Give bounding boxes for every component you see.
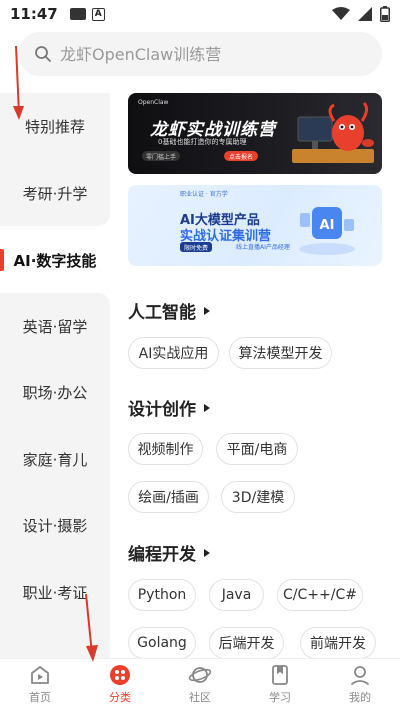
section-title-text: 编程开发	[128, 545, 196, 565]
annotation-arrow-to-nav	[85, 593, 98, 662]
tag-ai-application[interactable]: AI实战应用	[128, 337, 219, 369]
sidebar-item-exam[interactable]: 考研·升学	[0, 160, 110, 226]
bottom-nav: 首页 分类 社区 学习 我的	[0, 658, 400, 710]
cast-icon	[69, 8, 86, 20]
wifi-icon	[332, 7, 350, 20]
nav-label: 我的	[349, 691, 371, 704]
banner-tag: 零门槛上手	[142, 151, 181, 161]
section-title-programming[interactable]: 编程开发	[128, 540, 210, 565]
sidebar-item-label: AI·数字技能	[13, 251, 97, 270]
banner-top-text: OpenClaw	[138, 99, 169, 106]
signal-icon	[358, 7, 372, 21]
tag-graphic-ecommerce[interactable]: 平面/电商	[216, 433, 298, 465]
search-bar[interactable]	[18, 32, 382, 76]
sidebar-item-label: 职业·考证	[22, 583, 88, 602]
tag-label: Python	[137, 587, 187, 603]
sidebar-item-label: 设计·摄影	[22, 516, 88, 535]
tag-label: Java	[221, 587, 252, 603]
sidebar-item-label: 英语·留学	[22, 317, 88, 336]
nav-label: 分类	[109, 691, 131, 704]
tag-algorithm-model[interactable]: 算法模型开发	[229, 337, 332, 369]
bookmark-book-icon	[272, 665, 288, 685]
banner-tag-secondary: 线上直播AI产品经理	[236, 244, 290, 251]
planet-icon	[188, 667, 212, 683]
lobster-mascot-illustration	[292, 101, 374, 163]
nav-study[interactable]: 学习	[240, 659, 320, 710]
notification-a-icon: A	[91, 7, 105, 21]
chevron-right-icon	[204, 306, 210, 315]
sidebar-item-ai[interactable]: AI·数字技能	[0, 227, 110, 293]
nav-label: 学习	[269, 691, 291, 704]
nav-category[interactable]: 分类	[80, 659, 160, 710]
tag-python[interactable]: Python	[128, 579, 196, 611]
banner-signup-button[interactable]: 点击报名	[224, 151, 258, 161]
annotation-arrow-down	[13, 45, 24, 120]
tag-label: 视频制作	[137, 442, 194, 458]
nav-community[interactable]: 社区	[160, 659, 240, 710]
tag-backend[interactable]: 后端开发	[209, 627, 284, 658]
sidebar-item-english[interactable]: 英语·留学	[0, 293, 110, 359]
tag-illustration[interactable]: 绘画/插画	[128, 481, 209, 513]
chevron-right-icon	[204, 403, 210, 412]
tag-c-cpp-csharp[interactable]: C/C++/C#	[277, 579, 363, 611]
home-play-icon	[31, 666, 49, 684]
nav-label: 首页	[29, 691, 51, 704]
tag-label: AI实战应用	[138, 346, 209, 362]
tag-label: 后端开发	[218, 636, 275, 652]
category-content: OpenClaw 龙虾实战训练营 0基础也能打造你的专属助理 零门槛上手 点击报…	[128, 93, 382, 658]
tag-golang[interactable]: Golang	[128, 627, 196, 658]
banner-ai-product[interactable]: 职业认证 · 官方学 AI大模型产品 实战认证集训营 限时免费 线上直播AI产品…	[128, 185, 382, 266]
tag-label: 绘画/插画	[138, 490, 199, 506]
battery-icon	[380, 6, 390, 22]
sidebar-item-design[interactable]: 设计·摄影	[0, 492, 110, 558]
nav-home[interactable]: 首页	[0, 659, 80, 710]
chevron-right-icon	[204, 548, 210, 557]
search-input[interactable]	[60, 44, 360, 64]
tag-label: 平面/电商	[226, 442, 288, 458]
sidebar-item-label: 考研·升学	[22, 184, 88, 203]
nav-profile[interactable]: 我的	[320, 659, 400, 710]
sidebar-item-family[interactable]: 家庭·育儿	[0, 426, 110, 492]
tag-label: 算法模型开发	[238, 346, 323, 362]
status-time: 11:47	[10, 5, 58, 23]
tag-label: Golang	[137, 635, 187, 651]
banner-tag: 限时免费	[180, 242, 213, 252]
profile-icon	[351, 666, 369, 685]
search-icon	[35, 46, 51, 62]
status-bar: 11:47 A	[0, 0, 400, 28]
banner-subtitle: 0基础也能打造你的专属助理	[158, 138, 247, 146]
section-title-design[interactable]: 设计创作	[128, 395, 210, 420]
category-sidebar: 特别推荐 考研·升学 AI·数字技能 英语·留学 职场·办公 家庭·育儿 设计·…	[0, 93, 110, 658]
section-title-text: 设计创作	[128, 400, 196, 420]
tag-video-production[interactable]: 视频制作	[128, 433, 203, 465]
section-title-text: 人工智能	[128, 303, 196, 323]
tag-java[interactable]: Java	[209, 579, 264, 611]
nav-label: 社区	[189, 691, 211, 704]
banner-openclaw[interactable]: OpenClaw 龙虾实战训练营 0基础也能打造你的专属助理 零门槛上手 点击报…	[128, 93, 382, 174]
tag-frontend[interactable]: 前端开发	[300, 627, 376, 658]
section-title-ai[interactable]: 人工智能	[128, 298, 210, 323]
ai-cube-illustration: AI	[299, 207, 355, 255]
sidebar-item-workplace[interactable]: 职场·办公	[0, 359, 110, 425]
category-dots-icon	[110, 665, 130, 685]
svg-text:AI: AI	[320, 218, 335, 233]
tag-label: C/C++/C#	[283, 587, 357, 603]
sidebar-item-label: 特别推荐	[24, 117, 85, 136]
sidebar-item-label: 职场·办公	[22, 383, 88, 402]
tag-label: 3D/建模	[231, 490, 285, 506]
banner-top-text: 职业认证 · 官方学	[180, 191, 228, 198]
tag-3d-modeling[interactable]: 3D/建模	[221, 481, 295, 513]
tag-label: 前端开发	[310, 636, 366, 652]
sidebar-item-label: 家庭·育儿	[22, 450, 88, 469]
